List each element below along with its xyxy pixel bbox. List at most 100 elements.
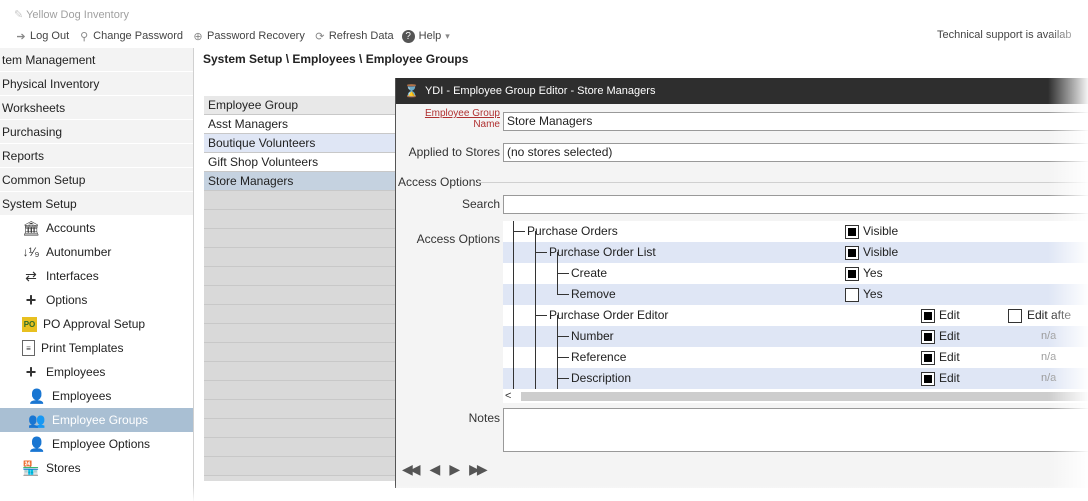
table-row[interactable]: Purchase Orders Visible (503, 221, 1088, 242)
edit-checkbox[interactable] (921, 351, 935, 365)
list-item[interactable]: Asst Managers (204, 115, 400, 134)
nav-sub-employees[interactable]: 👤 Employees (0, 384, 193, 408)
toolbar: ➔ Log Out ⚲ Change Password ⊕ Password R… (0, 27, 1088, 45)
empty-row (204, 305, 400, 324)
horizontal-scrollbar[interactable]: < (503, 389, 1088, 403)
nav-sub-label: Employee Groups (52, 413, 149, 427)
scrollbar-thumb[interactable] (521, 392, 1088, 401)
empty-row (204, 248, 400, 267)
tree-connector (535, 315, 547, 316)
tree-connector (557, 378, 569, 379)
group-name-label-line1: Employee Group (424, 108, 500, 119)
first-record-icon[interactable]: ◀◀ (402, 461, 420, 478)
scroll-left-icon[interactable]: < (505, 389, 511, 403)
search-input[interactable] (503, 195, 1088, 214)
checkbox-label: Visible (863, 224, 899, 238)
change-password-button[interactable]: ⚲ Change Password (77, 30, 183, 43)
group-name-label-line2: Name (473, 119, 500, 130)
nav-sub-employees-group[interactable]: + Employees (0, 360, 193, 384)
list-item[interactable]: Gift Shop Volunteers (204, 153, 400, 172)
nav-sub-label: Options (46, 293, 88, 307)
applied-stores-field[interactable]: (no stores selected) (503, 143, 1088, 162)
empty-row (204, 267, 400, 286)
logout-label: Log Out (30, 30, 70, 42)
po-approval-icon: PO (22, 316, 37, 332)
table-row[interactable]: Description Edit n/a (503, 368, 1088, 389)
nav-sub-stores[interactable]: 🏪 Stores (0, 456, 193, 480)
nav-sub-label: Employee Options (52, 437, 151, 451)
table-row[interactable]: Create Yes (503, 263, 1088, 284)
edit-after-checkbox[interactable] (1008, 309, 1022, 323)
checkbox-label: Edit (939, 371, 960, 385)
table-row[interactable]: Number Edit n/a (503, 326, 1088, 347)
arrows-exchange-icon: ⇄ (25, 267, 37, 284)
list-item[interactable]: Boutique Volunteers (204, 134, 400, 153)
left-nav: tem Management Physical Inventory Worksh… (0, 48, 194, 501)
nav-sub-accounts[interactable]: 🏛 Accounts (0, 216, 193, 240)
checkbox-label: Visible (863, 245, 899, 259)
nav-sub-options[interactable]: + Options (0, 288, 193, 312)
table-row[interactable]: Purchase Order Editor Edit Edit afte (503, 305, 1088, 326)
nav-item-physical-inventory[interactable]: Physical Inventory (0, 72, 193, 96)
logout-button[interactable]: ➔ Log Out (14, 30, 69, 43)
nav-item-item-management[interactable]: tem Management (0, 48, 193, 72)
nav-sub-po-approval-setup[interactable]: PO PO Approval Setup (0, 312, 193, 336)
nav-item-reports[interactable]: Reports (0, 144, 193, 168)
dog-logo-icon: ✎ (14, 9, 24, 21)
yes-checkbox[interactable] (845, 267, 859, 281)
chevron-down-icon: ▾ (445, 30, 450, 41)
yes-checkbox[interactable] (845, 288, 859, 302)
tree-connector (557, 357, 569, 358)
tree-connector (557, 273, 569, 274)
nav-item-purchasing[interactable]: Purchasing (0, 120, 193, 144)
edit-checkbox[interactable] (921, 372, 935, 386)
checkbox-label: Edit (939, 329, 960, 343)
previous-record-icon[interactable]: ◀ (430, 461, 441, 478)
tree-node-label: Purchase Orders (527, 224, 618, 238)
nav-sub-autonumber[interactable]: ↓¹⁄₉ Autonumber (0, 240, 193, 264)
nav-sub-employee-groups[interactable]: 👥 Employee Groups (0, 408, 193, 432)
last-record-icon[interactable]: ▶▶ (469, 461, 487, 478)
nav-item-common-setup[interactable]: Common Setup (0, 168, 193, 192)
breadcrumb: System Setup \ Employees \ Employee Grou… (203, 52, 469, 66)
nav-sub-label: Stores (46, 461, 81, 475)
nav-sub-print-templates[interactable]: ≡ Print Templates (0, 336, 193, 360)
edit-checkbox[interactable] (921, 309, 935, 323)
employee-group-editor-dialog: ⌛ YDI - Employee Group Editor - Store Ma… (395, 78, 1088, 488)
help-menu[interactable]: ? Help ▾ (401, 29, 450, 43)
nav-sub-employee-options[interactable]: 👤 Employee Options (0, 432, 193, 456)
empty-row (204, 438, 400, 457)
empty-row (204, 286, 400, 305)
visible-checkbox[interactable] (845, 225, 859, 239)
table-row[interactable]: Purchase Order List Visible (503, 242, 1088, 263)
empty-row (204, 457, 400, 476)
refresh-data-button[interactable]: ⟳ Refresh Data (313, 30, 393, 43)
next-record-icon[interactable]: ▶ (449, 461, 460, 478)
tree-node-label: Create (571, 266, 608, 280)
help-label: Help (418, 30, 442, 42)
edit-checkbox[interactable] (921, 330, 935, 344)
document-icon: ≡ (22, 340, 35, 356)
list-item-selected[interactable]: Store Managers (204, 172, 400, 191)
column-header-employee-group[interactable]: Employee Group (204, 96, 400, 115)
refresh-icon: ⟳ (315, 30, 325, 43)
dialog-title: YDI - Employee Group Editor - Store Mana… (424, 85, 656, 97)
nav-sub-interfaces[interactable]: ⇄ Interfaces (0, 264, 193, 288)
nav-item-system-setup[interactable]: System Setup (0, 192, 193, 216)
hourglass-app-icon: ⌛ (404, 84, 419, 98)
dialog-titlebar[interactable]: ⌛ YDI - Employee Group Editor - Store Ma… (396, 78, 1088, 104)
plus-icon: + (25, 361, 37, 382)
employee-group-list: Employee Group Asst Managers Boutique Vo… (204, 96, 400, 481)
tree-node-label: Purchase Order Editor (549, 308, 669, 322)
table-row[interactable]: Remove Yes (503, 284, 1088, 305)
visible-checkbox[interactable] (845, 246, 859, 260)
tree-connector (535, 252, 547, 253)
table-row[interactable]: Reference Edit n/a (503, 347, 1088, 368)
empty-row (204, 419, 400, 438)
password-recovery-button[interactable]: ⊕ Password Recovery (191, 30, 304, 43)
group-name-input[interactable]: Store Managers (503, 112, 1088, 131)
notes-textarea[interactable] (503, 408, 1088, 452)
group-name-label: Employee Group Name (396, 108, 500, 130)
tree-connector (513, 231, 525, 232)
nav-item-worksheets[interactable]: Worksheets (0, 96, 193, 120)
